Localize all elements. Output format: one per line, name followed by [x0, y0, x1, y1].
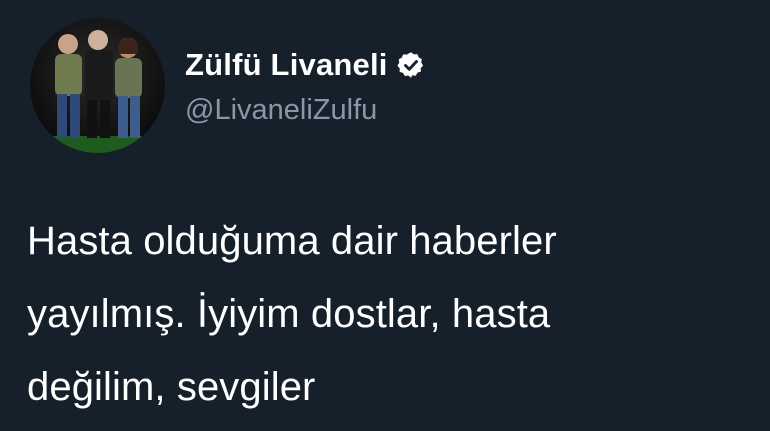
author-info: Zülfü Livaneli @LivaneliZulfu	[185, 44, 426, 127]
tweet-header: Zülfü Livaneli @LivaneliZulfu	[30, 10, 426, 160]
avatar[interactable]	[30, 17, 165, 153]
user-handle[interactable]: @LivaneliZulfu	[185, 94, 426, 127]
tweet-card: Zülfü Livaneli @LivaneliZulfu Hasta oldu…	[0, 0, 770, 431]
display-name[interactable]: Zülfü Livaneli	[185, 47, 388, 83]
verified-badge-icon	[396, 50, 426, 80]
profile-photo-icon	[30, 17, 165, 153]
name-row: Zülfü Livaneli	[185, 44, 426, 86]
tweet-text: Hasta olduğuma dair haberler yayılmış. İ…	[27, 219, 557, 409]
